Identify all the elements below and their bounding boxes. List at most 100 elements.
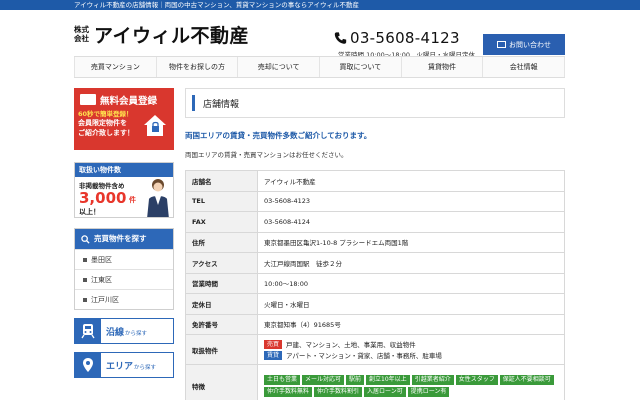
line-button-big: 沿線 (106, 327, 125, 338)
row-label: 定休日 (185, 293, 258, 315)
main-content: 店舗情報 両国エリアの賃貸・売買物件多数ご紹介しております。 両国エリアの賃貸・… (185, 88, 565, 400)
search-item-label: 墨田区 (91, 255, 112, 264)
logo-name: アイウィル不動産 (94, 24, 250, 47)
envelope-icon (80, 94, 96, 105)
banner1-line3: ご紹介致します！ (78, 129, 134, 137)
nav-item-sale-mansion[interactable]: 売買マンション (74, 57, 157, 77)
feature-tag: 提携ローン有 (407, 386, 450, 397)
page-title: 店舗情報 (203, 99, 240, 110)
banner1-line2: 会員限定物件を (78, 119, 127, 127)
rent-tag: 賃貸 (264, 350, 283, 360)
nav-item-purchase[interactable]: 買取について (320, 57, 402, 77)
nav-item-selling[interactable]: 売却について (238, 57, 321, 77)
banner2-head: 取扱い物件数 (75, 163, 173, 177)
member-registration-banner[interactable]: 無料会員登録 60秒で簡単登録！ 会員限定物件を ご紹介致します！ (74, 88, 174, 150)
feature-tag: 保証人不要相談可 (499, 374, 554, 385)
table-row: TEL 03-5608-4123 (185, 190, 565, 212)
intro-text: 両国エリアの賃貸・売買マンションはお任せください。 (185, 151, 348, 159)
row-value: 火曜日・水曜日 (257, 293, 565, 315)
feature-tag: メール対応可 (302, 374, 345, 385)
search-item-label: 江東区 (91, 275, 112, 284)
bullet-icon (83, 297, 87, 302)
rent-row: 賃貸 アパート・マンション・貸家、店舗・事務所、駐車場 (264, 350, 564, 361)
section-title-box: 店舗情報 (185, 88, 565, 118)
handling-value: 売買 戸建、マンション、土地、事業用、収益物件 賃貸 アパート・マンション・貸家… (257, 334, 565, 365)
sale-search-title: 売買物件を探す (94, 234, 147, 243)
bullet-icon (83, 277, 87, 282)
area-button-big: エリア (106, 361, 134, 372)
table-row: 特徴 土日も営業 メール対応可 駅前 創立10年以上 引越業者紹介 女性スタッフ… (185, 364, 565, 400)
nav-item-rental[interactable]: 賃貸物件 (402, 57, 484, 77)
house-lock-icon (144, 115, 166, 136)
banner2-number: 3,000 (79, 189, 127, 207)
table-row: アクセス 大江戸線両国駅 徒歩２分 (185, 252, 565, 274)
search-item-edogawa[interactable]: 江戸川区 (75, 289, 173, 309)
table-row: 定休日 火曜日・水曜日 (185, 293, 565, 315)
bullet-icon (83, 257, 87, 262)
rent-text: アパート・マンション・貸家、店舗・事務所、駐車場 (286, 352, 442, 360)
sidebar: 無料会員登録 60秒で簡単登録！ 会員限定物件を ご紹介致します！ 取扱い物件数… (74, 88, 174, 378)
table-row: 免許番号 東京都知事（4）91685号 (185, 313, 565, 335)
feature-tag: 創立10年以上 (366, 374, 410, 385)
row-label: 取扱物件 (185, 334, 258, 365)
table-row: FAX 03-5608-4124 (185, 211, 565, 233)
sale-search-head: 売買物件を探す (75, 229, 173, 249)
envelope-icon (497, 41, 506, 48)
feature-tag: 仲介手数料無料 (264, 386, 313, 397)
banner1-sub: 60秒で簡単登録！ (78, 110, 133, 118)
banner1-title: 無料会員登録 (100, 96, 158, 107)
line-button-small: から探す (125, 330, 148, 337)
phone-block[interactable]: 03-5608-4123 (334, 29, 460, 47)
table-row: 住所 東京都墨田区亀沢1-10-8 プラシードエム両国1階 (185, 231, 565, 253)
top-banner: アイウィル不動産の店舗情報｜両国の中古マンション、賃貸マンションの事ならアイウィ… (0, 0, 640, 10)
table-row: 取扱物件 売買 戸建、マンション、土地、事業用、収益物件 賃貸 アパート・マンシ… (185, 334, 565, 365)
feature-tag: 女性スタッフ (455, 374, 498, 385)
top-banner-text: アイウィル不動産の店舗情報｜両国の中古マンション、賃貸マンションの事ならアイウィ… (74, 1, 359, 9)
row-value: 東京都知事（4）91685号 (257, 313, 565, 335)
sale-row: 売買 戸建、マンション、土地、事業用、収益物件 (264, 339, 564, 350)
row-label: 住所 (185, 231, 258, 253)
sale-text: 戸建、マンション、土地、事業用、収益物件 (286, 341, 416, 349)
phone-icon (334, 32, 347, 44)
search-by-area-button[interactable]: エリア から探す (74, 352, 174, 378)
contact-button[interactable]: お問い合わせ (483, 34, 565, 55)
row-value: 03-5608-4123 (257, 190, 565, 212)
title-accent-bar (192, 95, 195, 111)
feature-tag: 土日も営業 (264, 374, 301, 385)
table-row: 店舗名 アイウィル不動産 (185, 170, 565, 192)
banner2-unit: 件 (129, 196, 136, 204)
table-row: 営業時間 10:00〜18:00 (185, 272, 565, 294)
phone-number: 03-5608-4123 (350, 29, 460, 47)
features-value: 土日も営業 メール対応可 駅前 創立10年以上 引越業者紹介 女性スタッフ 保証… (257, 364, 565, 400)
area-button-small: から探す (134, 364, 157, 371)
row-label: 店舗名 (185, 170, 258, 192)
row-label: 免許番号 (185, 313, 258, 335)
row-label: TEL (185, 190, 258, 212)
staff-person-icon (147, 179, 169, 217)
logo-kabu-2: 会社 (74, 34, 89, 43)
nav-item-property-search[interactable]: 物件をお探しの方 (157, 57, 239, 77)
search-by-line-button[interactable]: 沿線 から探す (74, 318, 174, 344)
search-item-koto[interactable]: 江東区 (75, 269, 173, 289)
row-value: 東京都墨田区亀沢1-10-8 プラシードエム両国1階 (257, 231, 565, 253)
banner2-line3: 以上！ (79, 208, 100, 216)
feature-tag: 引越業者紹介 (411, 374, 454, 385)
intro-heading: 両国エリアの賃貸・売買物件多数ご紹介しております。 (185, 131, 372, 140)
row-label: 営業時間 (185, 272, 258, 294)
map-pin-icon (75, 353, 101, 377)
search-icon (81, 234, 90, 244)
feature-tags: 土日も営業 メール対応可 駅前 創立10年以上 引越業者紹介 女性スタッフ 保証… (264, 371, 564, 400)
contact-button-label: お問い合わせ (509, 40, 551, 49)
search-item-sumida[interactable]: 墨田区 (75, 249, 173, 269)
row-label: FAX (185, 211, 258, 233)
row-value: 大江戸線両国駅 徒歩２分 (257, 252, 565, 274)
row-label: アクセス (185, 252, 258, 274)
site-logo[interactable]: 株式 会社 アイウィル不動産 (74, 23, 250, 47)
property-count-banner[interactable]: 取扱い物件数 非掲載物件含め 3,000 件 以上！ (74, 162, 174, 218)
train-icon (75, 319, 101, 343)
feature-tag: 仲介手数料割引 (314, 386, 363, 397)
row-value: 03-5608-4124 (257, 211, 565, 233)
nav-item-company[interactable]: 会社情報 (483, 57, 566, 77)
row-value: アイウィル不動産 (257, 170, 565, 192)
sale-tag: 売買 (264, 339, 283, 349)
